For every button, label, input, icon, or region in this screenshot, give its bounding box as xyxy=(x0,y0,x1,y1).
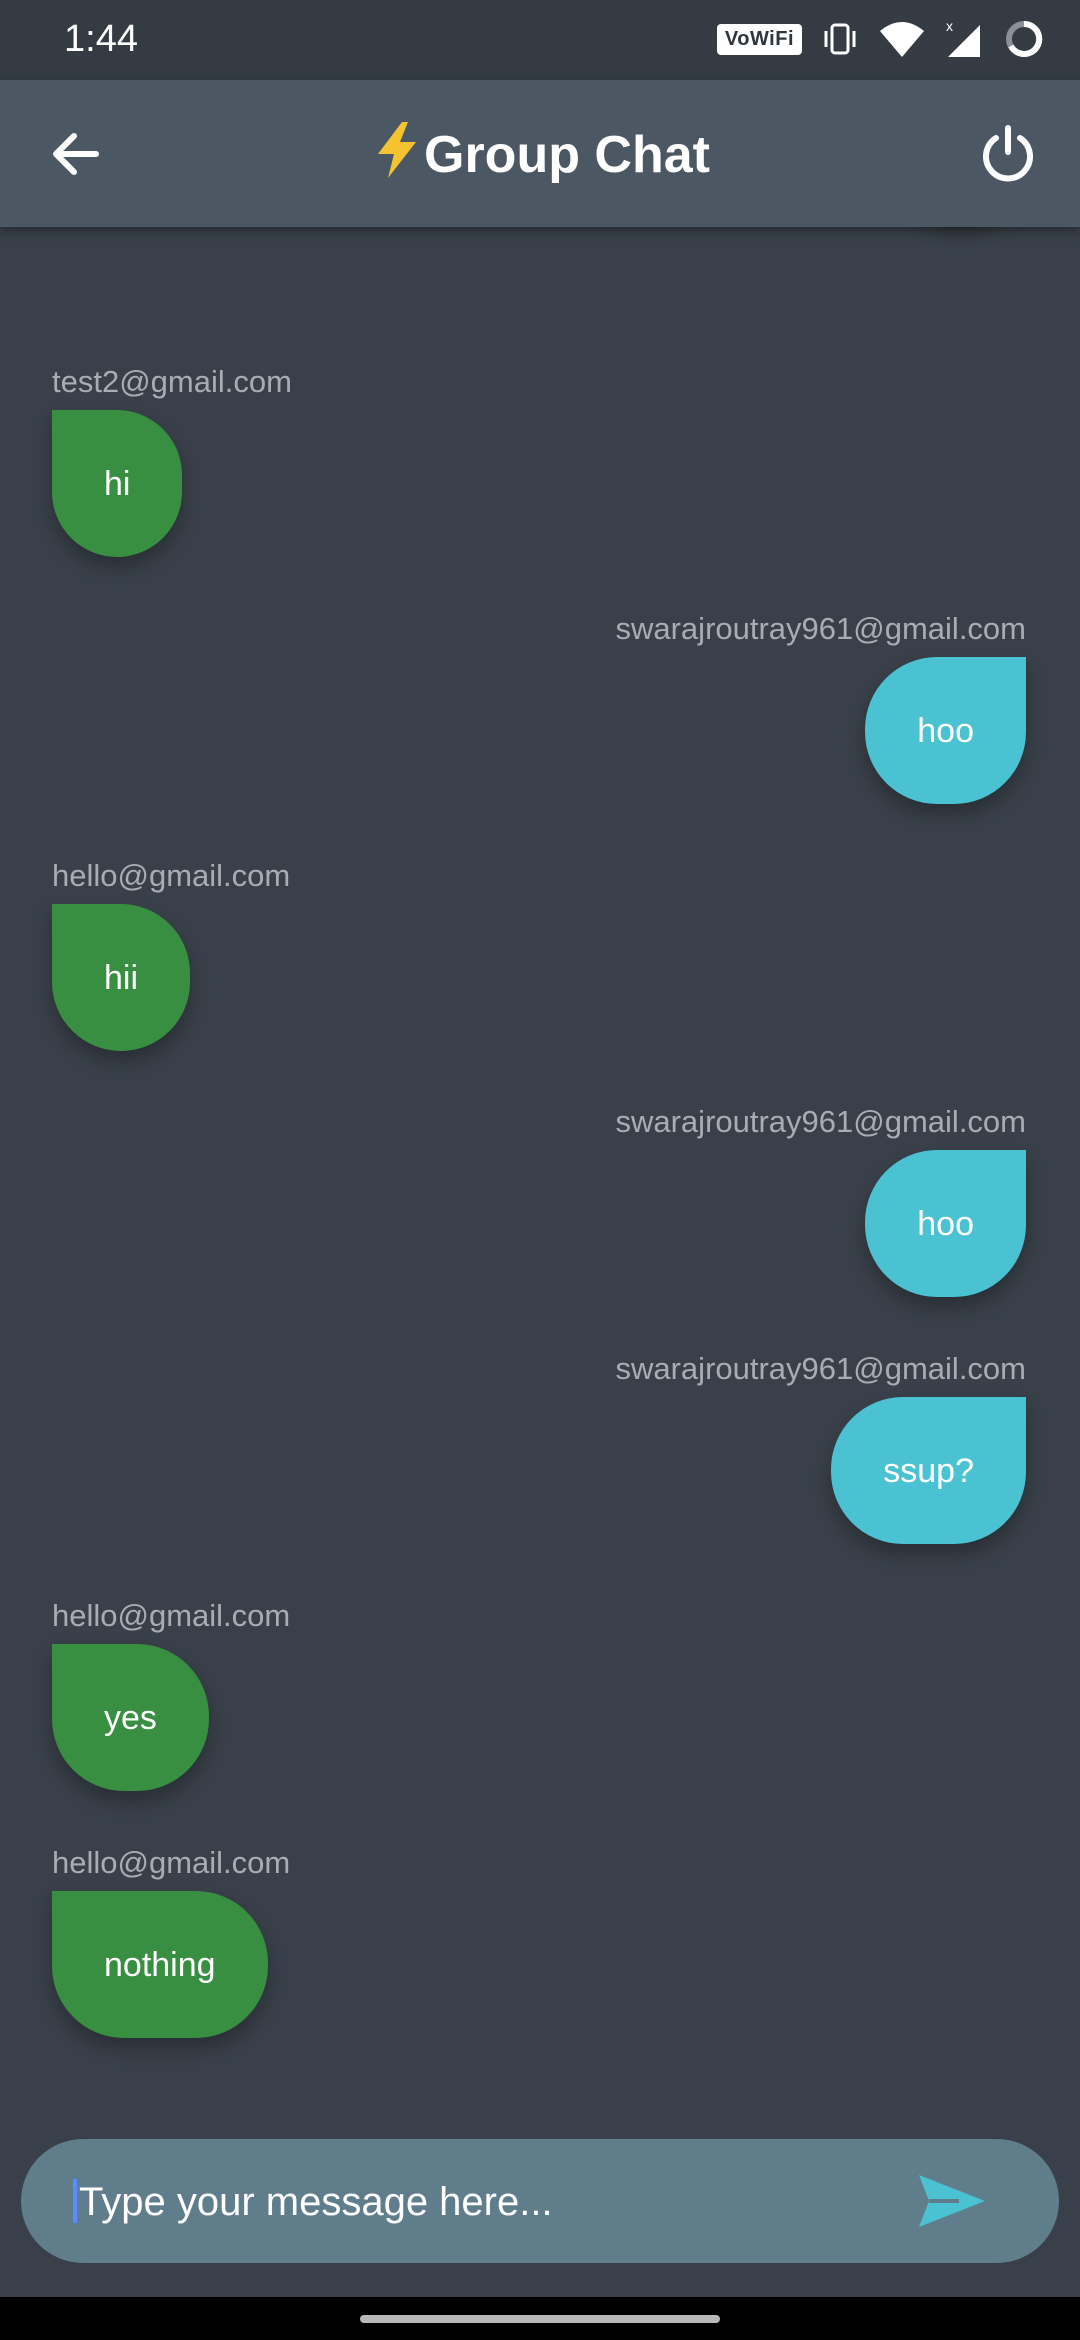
message-bubble[interactable]: hi xyxy=(52,410,183,557)
message-item: swarajroutray961@gmail.com hoo xyxy=(52,1102,1026,1297)
message-sender: hello@gmail.com xyxy=(52,1845,291,1880)
message-sender: hello@gmail.com xyxy=(52,1598,291,1633)
send-icon[interactable] xyxy=(915,2169,987,2233)
home-gesture-handle[interactable] xyxy=(360,2315,720,2323)
message-bubble[interactable]: hoo xyxy=(865,1150,1026,1297)
message-composer xyxy=(21,2139,1059,2263)
message-bubble[interactable]: ssup? xyxy=(831,1397,1026,1544)
message-item: hello@gmail.com nothing xyxy=(52,1843,1026,2038)
status-bar: 1:44 VoWiFi x xyxy=(0,0,1080,80)
message-sender: swarajroutray961@gmail.com xyxy=(615,1351,1026,1386)
lightning-icon xyxy=(378,122,416,178)
message-bubble[interactable]: hii xyxy=(52,904,191,1051)
message-bubble[interactable]: hoo xyxy=(865,657,1026,804)
navigation-bar xyxy=(0,2297,1080,2340)
message-item: hello@gmail.com yes xyxy=(52,1596,1026,1791)
message-bubble[interactable]: yes xyxy=(52,1644,209,1791)
message-sender: test2@gmail.com xyxy=(52,364,292,399)
message-list[interactable]: hi test2@gmail.com hi swarajroutray961@g… xyxy=(0,227,1080,2127)
vowifi-badge: VoWiFi xyxy=(716,23,802,55)
svg-text:x: x xyxy=(946,18,953,34)
status-icons: VoWiFi x xyxy=(716,14,1046,64)
message-item: test2@gmail.com hi xyxy=(52,362,1026,557)
page-title-text: Group Chat xyxy=(424,126,710,184)
message-bubble[interactable]: nothing xyxy=(52,1891,268,2038)
power-icon[interactable] xyxy=(976,122,1040,186)
message-item: swarajroutray961@gmail.com ssup? xyxy=(52,1349,1026,1544)
battery-icon xyxy=(1006,20,1043,57)
wifi-icon xyxy=(880,22,924,57)
message-item: hello@gmail.com hii xyxy=(52,856,1026,1051)
app-bar: Group Chat xyxy=(0,80,1080,227)
message-item: swarajroutray961@gmail.com hoo xyxy=(52,609,1026,804)
message-sender: swarajroutray961@gmail.com xyxy=(615,611,1026,646)
signal-icon: x xyxy=(946,18,980,57)
page-title: Group Chat xyxy=(0,120,1080,187)
message-sender: swarajroutray961@gmail.com xyxy=(615,1104,1026,1139)
message-input[interactable] xyxy=(77,2169,881,2235)
message-sender: hello@gmail.com xyxy=(52,858,291,893)
status-time: 1:44 xyxy=(64,18,138,60)
vibrate-icon xyxy=(824,23,856,55)
